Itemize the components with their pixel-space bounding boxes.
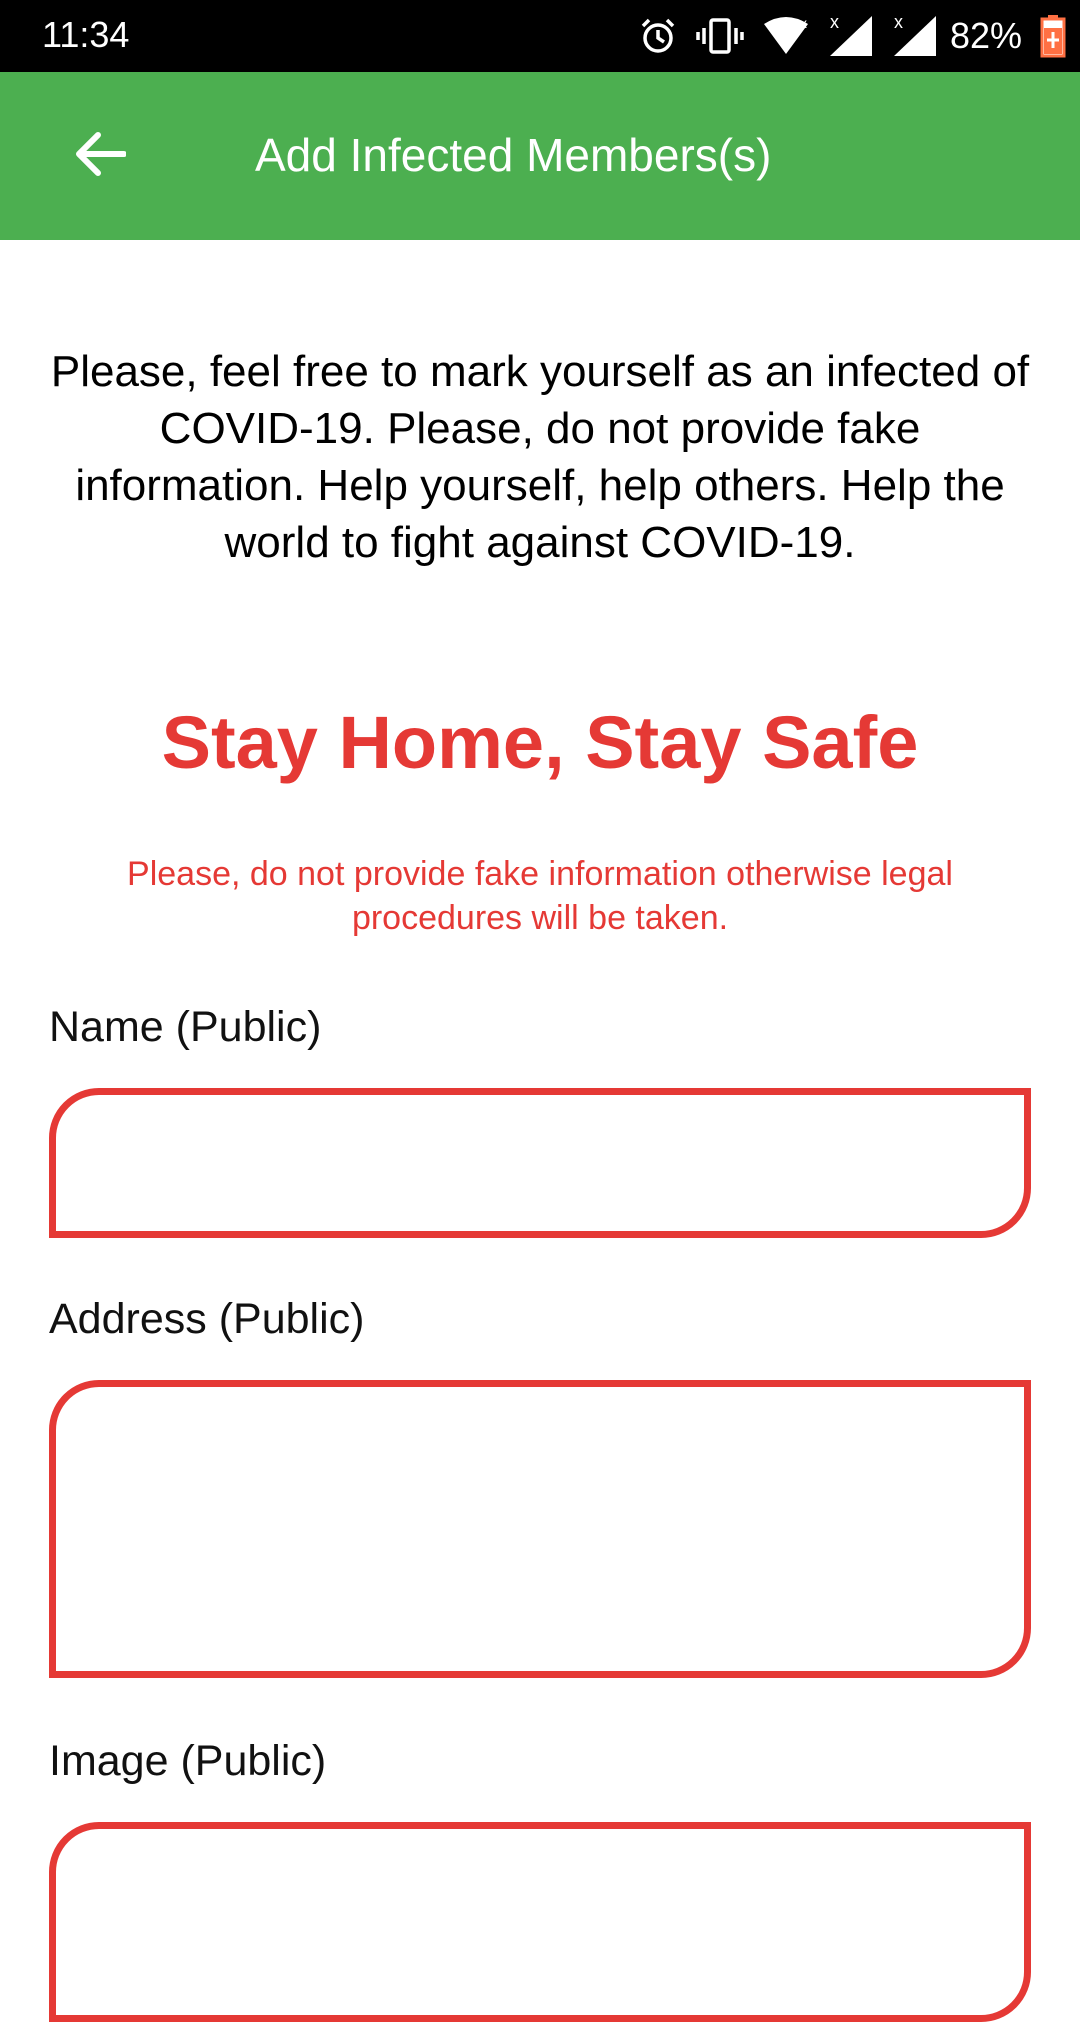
battery-percent: 82% — [949, 15, 1022, 56]
signal-icon: x — [892, 14, 938, 58]
slogan-heading: Stay Home, Stay Safe — [161, 701, 919, 784]
status-time: 11:34 — [42, 14, 130, 55]
svg-text:x: x — [894, 14, 903, 32]
app-bar: Add Infected Members(s) — [0, 72, 1080, 240]
status-icons: x x x 82% — [638, 10, 1066, 62]
svg-text:x: x — [800, 16, 807, 31]
warning-text: Please, do not provide fake information … — [127, 855, 953, 937]
address-input[interactable] — [49, 1380, 1031, 1678]
vibrate-icon — [696, 16, 744, 56]
alarm-icon — [638, 16, 678, 56]
page-title: Add Infected Members(s) — [255, 129, 772, 181]
svg-text:x: x — [830, 14, 839, 32]
image-label: Image (Public) — [49, 1737, 327, 1785]
image-picker[interactable] — [49, 1822, 1031, 2022]
back-button[interactable] — [56, 112, 144, 200]
address-label: Address (Public) — [49, 1295, 365, 1343]
wifi-icon: x — [762, 16, 810, 56]
arrow-back-icon — [74, 131, 127, 182]
battery-charging-icon — [1040, 14, 1066, 58]
status-bar: 11:34 x x x 82% — [0, 0, 1080, 72]
name-label: Name (Public) — [49, 1003, 322, 1051]
intro-text: Please, feel free to mark yourself as an… — [50, 347, 1030, 567]
name-input[interactable] — [49, 1088, 1031, 1238]
signal-icon: x — [828, 14, 874, 58]
